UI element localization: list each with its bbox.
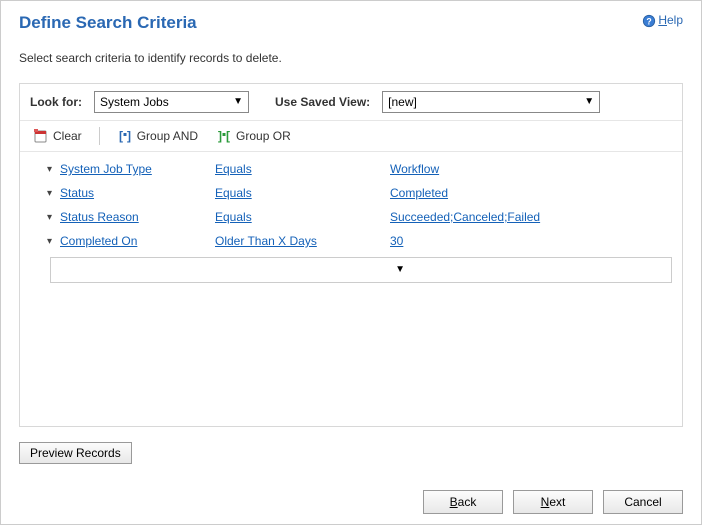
criteria-value-link[interactable]: Completed <box>390 186 448 200</box>
svg-text:?: ? <box>647 16 652 26</box>
clear-button[interactable]: Clear <box>30 126 85 146</box>
svg-text:[: [ <box>226 129 230 143</box>
chevron-down-icon[interactable]: ▾ <box>30 212 60 223</box>
criteria-row: ▾ Status Equals Completed <box>30 181 672 205</box>
saved-view-label: Use Saved View: <box>275 95 370 109</box>
criteria-field-link[interactable]: Status Reason <box>60 210 139 224</box>
chevron-down-icon[interactable]: ▾ <box>30 188 60 199</box>
add-criteria-dropdown[interactable] <box>51 259 413 281</box>
saved-view-dropdown[interactable]: [new] <box>382 91 600 113</box>
criteria-row: ▾ Status Reason Equals Succeeded;Cancele… <box>30 205 672 229</box>
preview-records-button[interactable]: Preview Records <box>19 442 132 464</box>
clear-icon <box>33 128 49 144</box>
svg-text:[: [ <box>119 129 123 143</box>
page-subtitle: Select search criteria to identify recor… <box>19 51 683 65</box>
criteria-panel: Look for: System Jobs Use Saved View: [n… <box>19 83 683 427</box>
criteria-operator-link[interactable]: Older Than X Days <box>215 234 317 248</box>
look-for-dropdown[interactable]: System Jobs <box>94 91 249 113</box>
next-button[interactable]: Next <box>513 490 593 514</box>
chevron-down-icon[interactable]: ▾ <box>30 236 60 247</box>
criteria-value-link[interactable]: Succeeded;Canceled;Failed <box>390 210 540 224</box>
criteria-value-link[interactable]: 30 <box>390 234 403 248</box>
group-and-button[interactable]: [ ] Group AND <box>114 126 201 146</box>
criteria-row: ▾ System Job Type Equals Workflow <box>30 157 672 181</box>
svg-text:]: ] <box>218 129 222 143</box>
add-criteria-row[interactable] <box>50 257 672 283</box>
criteria-field-link[interactable]: Status <box>60 186 94 200</box>
help-link[interactable]: ? Help <box>642 13 683 27</box>
group-and-icon: [ ] <box>117 128 133 144</box>
page-title: Define Search Criteria <box>19 13 197 33</box>
criteria-operator-link[interactable]: Equals <box>215 162 252 176</box>
group-or-button[interactable]: ] [ Group OR <box>213 126 294 146</box>
back-button[interactable]: Back <box>423 490 503 514</box>
criteria-value-link[interactable]: Workflow <box>390 162 439 176</box>
svg-text:]: ] <box>127 129 131 143</box>
look-for-label: Look for: <box>30 95 82 109</box>
criteria-operator-link[interactable]: Equals <box>215 186 252 200</box>
cancel-button[interactable]: Cancel <box>603 490 683 514</box>
criteria-operator-link[interactable]: Equals <box>215 210 252 224</box>
criteria-row: ▾ Completed On Older Than X Days 30 <box>30 229 672 253</box>
criteria-field-link[interactable]: System Job Type <box>60 162 152 176</box>
criteria-field-link[interactable]: Completed On <box>60 234 137 248</box>
chevron-down-icon[interactable]: ▾ <box>30 164 60 175</box>
help-icon: ? <box>642 13 656 27</box>
group-or-icon: ] [ <box>216 128 232 144</box>
